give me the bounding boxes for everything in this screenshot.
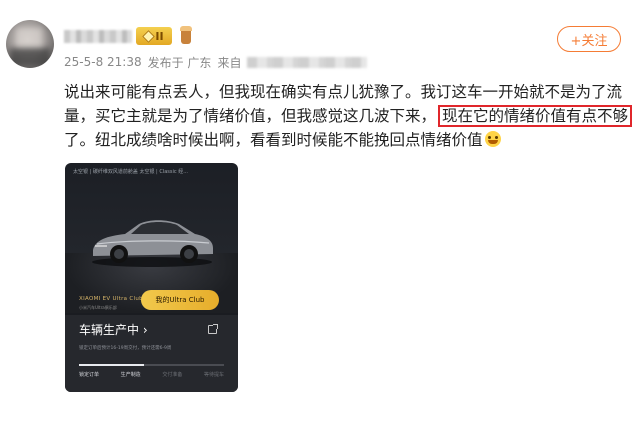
laughing-tears-emoji-icon	[484, 131, 501, 147]
order-step: 生产制造	[120, 372, 141, 378]
post-image-card[interactable]: 太空银 | 碳纤维双风道前舱盖 太空银 | Classic 经... XIAOM…	[65, 163, 238, 392]
post-source-blurred	[247, 56, 368, 68]
post-line-3-text: 了。纽北成绩啥时候出啊，看看到时候能不能挽回点情绪价值	[64, 131, 483, 149]
post-body: 说出来可能有点丢人，但我现在确实有点儿犹豫了。我订这车一开始就不是为了流 量，买…	[64, 80, 633, 152]
order-steps: 锁定订单 生产制造 交付准备 等待提车	[79, 371, 224, 378]
milk-tea-cup-icon	[179, 26, 193, 44]
follow-button[interactable]: +关注	[557, 26, 621, 52]
post-line-2-text: 量，买它主就是为了情绪价值，但我感觉这几波下来，	[64, 107, 437, 125]
post-timestamp[interactable]: 25-5-8 21:38	[64, 55, 142, 69]
my-ultra-club-button[interactable]: 我的Ultra Club	[141, 290, 219, 310]
username-blurred[interactable]	[64, 30, 132, 43]
order-status-title[interactable]: 车辆生产中 ›	[79, 321, 148, 338]
post-line-3: 了。纽北成绩啥时候出啊，看看到时候能不能挽回点情绪价值	[64, 128, 630, 152]
order-progress-bar	[79, 364, 224, 366]
club-subtitle: 小米汽车Ultra俱乐部	[79, 305, 117, 310]
order-progress-fill	[79, 364, 145, 366]
post-line-2: 量，买它主就是为了情绪价值，但我感觉这几波下来， 现在它的情绪价值有点不够	[64, 104, 633, 128]
highlighted-phrase: 现在它的情绪价值有点不够	[438, 105, 633, 127]
car-image	[92, 220, 213, 267]
club-brand: XIAOMI EV Ultra Club	[79, 296, 143, 302]
level-badge: II	[136, 27, 172, 45]
order-step: 交付准备	[162, 372, 183, 378]
badge-level: II	[155, 29, 164, 43]
order-step: 等待提车	[203, 372, 224, 378]
post-source-prefix: 来自	[217, 55, 242, 70]
external-link-icon[interactable]	[208, 324, 218, 334]
avatar[interactable]	[6, 20, 54, 68]
post-line-1: 说出来可能有点丢人，但我现在确实有点儿犹豫了。我订这车一开始就不是为了流	[64, 83, 623, 101]
post-meta: 25-5-8 21:38 发布于 广东 来自	[64, 55, 368, 70]
order-step: 锁定订单	[79, 372, 100, 378]
order-status-detail: 锁定订单后预计16-19周交付，预计还需6-9周	[79, 346, 172, 351]
post-location: 发布于 广东	[147, 55, 212, 70]
car-config-tabs: 太空银 | 碳纤维双风道前舱盖 太空银 | Classic 经...	[73, 169, 188, 175]
gem-icon	[142, 29, 156, 43]
